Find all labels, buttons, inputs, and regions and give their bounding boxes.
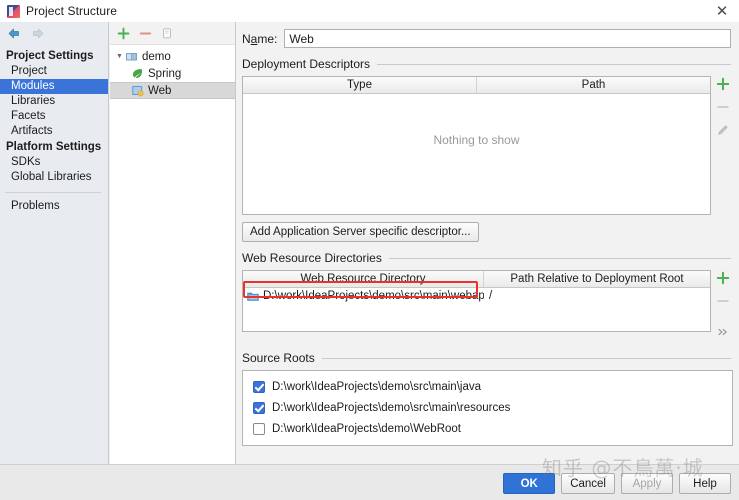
web-resource-directories-table[interactable]: Web Resource Directory Path Relative to … (242, 270, 711, 332)
plus-icon[interactable] (716, 271, 730, 285)
modules-tree-pane: ▼ demo Spring Web (110, 22, 236, 464)
sidebar-item-sdks[interactable]: SDKs (0, 155, 108, 170)
tree-node-label: Web (148, 84, 172, 97)
web-resource-directory-cell[interactable]: D:\work\IdeaProjects\demo\src\main\webap… (243, 290, 484, 302)
source-root-item[interactable]: D:\work\IdeaProjects\demo\WebRoot (243, 418, 732, 439)
column-header-path-relative-to-deployment-root[interactable]: Path Relative to Deployment Root (484, 271, 710, 287)
close-icon[interactable]: ✕ (711, 1, 733, 21)
sidebar-divider (5, 192, 101, 193)
expand-chevrons-icon[interactable] (716, 325, 730, 339)
chevron-down-icon[interactable]: ▼ (114, 48, 125, 65)
modules-toolbar (110, 22, 235, 45)
section-rule (321, 357, 731, 359)
ok-button[interactable]: OK (503, 473, 556, 494)
deployment-descriptors-block: Type Path Nothing to show (242, 76, 733, 215)
sidebar-group-platform-settings: Platform Settings (6, 141, 102, 153)
source-root-item[interactable]: D:\work\IdeaProjects\demo\src\main\java (243, 376, 732, 397)
footer-button-group: OK Cancel Apply Help (503, 473, 731, 494)
checkbox-unchecked-icon[interactable] (253, 422, 265, 435)
section-rule (377, 63, 731, 65)
source-roots-heading: Source Roots (242, 351, 731, 365)
sidebar-item-modules[interactable]: Modules (0, 79, 108, 94)
tree-node-web[interactable]: Web (110, 82, 235, 99)
section-rule (388, 257, 731, 259)
column-header-web-resource-directory[interactable]: Web Resource Directory (243, 271, 484, 287)
edit-pencil-icon (716, 123, 730, 137)
spring-leaf-icon (131, 67, 144, 80)
sidebar-item-artifacts[interactable]: Artifacts (0, 124, 108, 139)
sidebar-item-problems[interactable]: Problems (0, 199, 108, 214)
checkbox-checked-icon[interactable] (253, 401, 265, 414)
tree-node-label: Spring (148, 67, 182, 80)
minus-icon (716, 100, 730, 114)
sidebar-item-libraries[interactable]: Libraries (0, 94, 108, 109)
column-header-type[interactable]: Type (243, 77, 477, 93)
help-button[interactable]: Help (679, 473, 731, 494)
name-label: Name: (242, 31, 278, 46)
add-application-server-descriptor-button[interactable]: Add Application Server specific descript… (242, 222, 479, 242)
plus-icon[interactable] (716, 77, 730, 91)
empty-state-text: Nothing to show (433, 133, 520, 147)
source-root-path: D:\work\IdeaProjects\demo\src\main\resou… (272, 401, 511, 414)
cancel-button[interactable]: Cancel (561, 473, 615, 494)
plus-icon[interactable] (117, 27, 130, 40)
module-name-input[interactable] (284, 29, 731, 48)
deployment-descriptors-table[interactable]: Type Path Nothing to show (242, 76, 711, 215)
sidebar-item-project[interactable]: Project (0, 64, 108, 79)
source-roots-list: D:\work\IdeaProjects\demo\src\main\java … (242, 370, 733, 446)
add-descriptor-row: Add Application Server specific descript… (242, 222, 733, 242)
window-title: Project Structure (26, 4, 118, 18)
title-bar: Project Structure ✕ (0, 0, 739, 22)
tree-node-spring[interactable]: Spring (110, 65, 235, 82)
sidebar-group-project-settings: Project Settings (6, 50, 94, 62)
arrow-right-icon (31, 27, 45, 40)
intellij-idea-icon (7, 4, 20, 18)
tree-node-label: demo (142, 50, 171, 63)
web-resource-directory-path: D:\work\IdeaProjects\demo\src\main\webap… (263, 290, 484, 302)
module-settings-panel: Name: Deployment Descriptors Type Path N… (236, 22, 739, 464)
web-resource-directories-toolbar (713, 270, 733, 339)
apply-button: Apply (621, 473, 673, 494)
column-header-path[interactable]: Path (477, 77, 710, 93)
deployment-descriptors-heading: Deployment Descriptors (242, 57, 731, 71)
deployment-descriptors-title: Deployment Descriptors (242, 57, 371, 71)
minus-icon[interactable] (139, 27, 152, 40)
name-row: Name: (236, 22, 739, 48)
copy-icon (161, 27, 174, 40)
source-roots-title: Source Roots (242, 351, 315, 365)
relative-path-cell[interactable]: / (484, 290, 492, 302)
source-root-path: D:\work\IdeaProjects\demo\WebRoot (272, 422, 461, 435)
tree-node-demo[interactable]: ▼ demo (110, 48, 235, 65)
source-root-item[interactable]: D:\work\IdeaProjects\demo\src\main\resou… (243, 397, 732, 418)
minus-icon (716, 294, 730, 308)
sidebar-item-global-libraries[interactable]: Global Libraries (0, 170, 108, 185)
web-globe-icon (131, 84, 144, 97)
dialog-footer: OK Cancel Apply Help (0, 464, 739, 500)
table-header-row: Type Path (243, 77, 710, 94)
source-root-path: D:\work\IdeaProjects\demo\src\main\java (272, 380, 481, 393)
deployment-descriptors-toolbar (713, 76, 733, 215)
project-structure-dialog: Project Structure ✕ Project Settings Pro… (0, 0, 739, 500)
table-row[interactable]: D:\work\IdeaProjects\demo\src\main\webap… (243, 288, 710, 304)
web-resource-directories-title: Web Resource Directories (242, 251, 382, 265)
sidebar-item-facets[interactable]: Facets (0, 109, 108, 124)
module-tree: ▼ demo Spring Web (110, 45, 235, 99)
table-header-row: Web Resource Directory Path Relative to … (243, 271, 710, 288)
folder-icon (247, 291, 259, 302)
module-icon (125, 50, 138, 63)
settings-sidebar: Project Settings Project Modules Librari… (0, 22, 109, 464)
arrow-left-icon[interactable] (7, 27, 21, 40)
sidebar-item-list: Project Settings Project Modules Librari… (0, 45, 108, 214)
web-resource-directories-heading: Web Resource Directories (242, 251, 731, 265)
checkbox-checked-icon[interactable] (253, 380, 265, 393)
sidebar-nav-toolbar (0, 22, 108, 45)
web-resource-directories-block: Web Resource Directory Path Relative to … (242, 270, 733, 339)
